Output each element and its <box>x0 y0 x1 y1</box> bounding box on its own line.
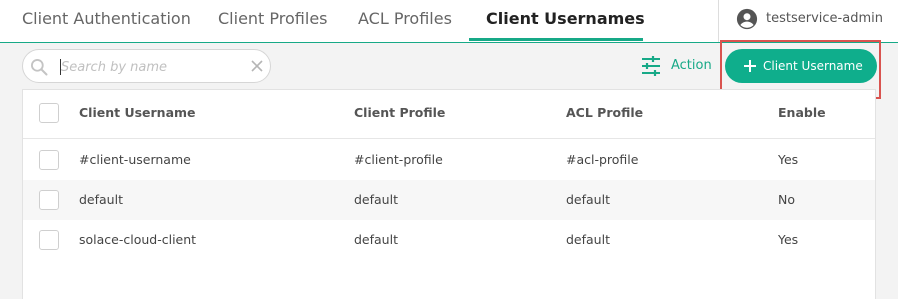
tab-bar: Client Authentication Client Profiles AC… <box>0 0 898 43</box>
client-profile-cell: #client-profile <box>354 152 443 167</box>
account-circle-icon <box>736 8 758 30</box>
table-header: Client Username Client Profile ACL Profi… <box>23 90 875 139</box>
tune-icon <box>642 56 660 76</box>
username-cell[interactable]: #client-username <box>79 140 191 180</box>
tab-client-usernames[interactable]: Client Usernames <box>486 0 645 42</box>
add-button-label: Client Username <box>763 59 863 73</box>
table-row[interactable]: solace-cloud-client default default Yes <box>23 220 875 260</box>
add-client-username-button[interactable]: Client Username <box>725 49 877 83</box>
user-menu[interactable]: testservice-admin <box>718 0 898 42</box>
enable-cell: Yes <box>778 152 799 167</box>
table-row[interactable]: default default default No <box>23 180 875 220</box>
plus-icon <box>744 60 756 72</box>
tab-client-profiles[interactable]: Client Profiles <box>218 0 328 42</box>
search-icon <box>31 58 48 76</box>
search-box[interactable] <box>22 49 271 83</box>
client-usernames-table: Client Username Client Profile ACL Profi… <box>22 89 876 299</box>
acl-profile-cell: default <box>566 232 610 247</box>
username-cell[interactable]: default <box>79 180 123 220</box>
column-header-acl-profile[interactable]: ACL Profile <box>566 90 643 136</box>
enable-cell: No <box>778 192 795 207</box>
row-checkbox[interactable] <box>39 150 59 170</box>
client-profile-cell: default <box>354 192 398 207</box>
row-checkbox[interactable] <box>39 190 59 210</box>
table-row[interactable]: #client-username #client-profile #acl-pr… <box>23 140 875 180</box>
tab-client-authentication[interactable]: Client Authentication <box>22 0 191 42</box>
username-cell[interactable]: solace-cloud-client <box>79 220 196 260</box>
acl-profile-cell: default <box>566 192 610 207</box>
column-header-enable[interactable]: Enable <box>778 90 826 136</box>
tab-acl-profiles[interactable]: ACL Profiles <box>358 0 452 42</box>
username-label: testservice-admin <box>766 11 883 26</box>
page: Client Authentication Client Profiles AC… <box>0 0 898 299</box>
action-button[interactable]: Action <box>638 52 712 80</box>
column-header-client-profile[interactable]: Client Profile <box>354 90 445 136</box>
enable-cell: Yes <box>778 232 799 247</box>
action-label: Action <box>671 58 712 73</box>
column-header-client-username[interactable]: Client Username <box>79 90 196 136</box>
active-tab-indicator <box>469 38 643 41</box>
select-all-checkbox[interactable] <box>39 103 59 123</box>
acl-profile-cell: #acl-profile <box>566 152 639 167</box>
clear-icon[interactable] <box>249 58 265 74</box>
client-profile-cell: default <box>354 232 398 247</box>
row-checkbox[interactable] <box>39 230 59 250</box>
search-input[interactable] <box>61 56 241 78</box>
